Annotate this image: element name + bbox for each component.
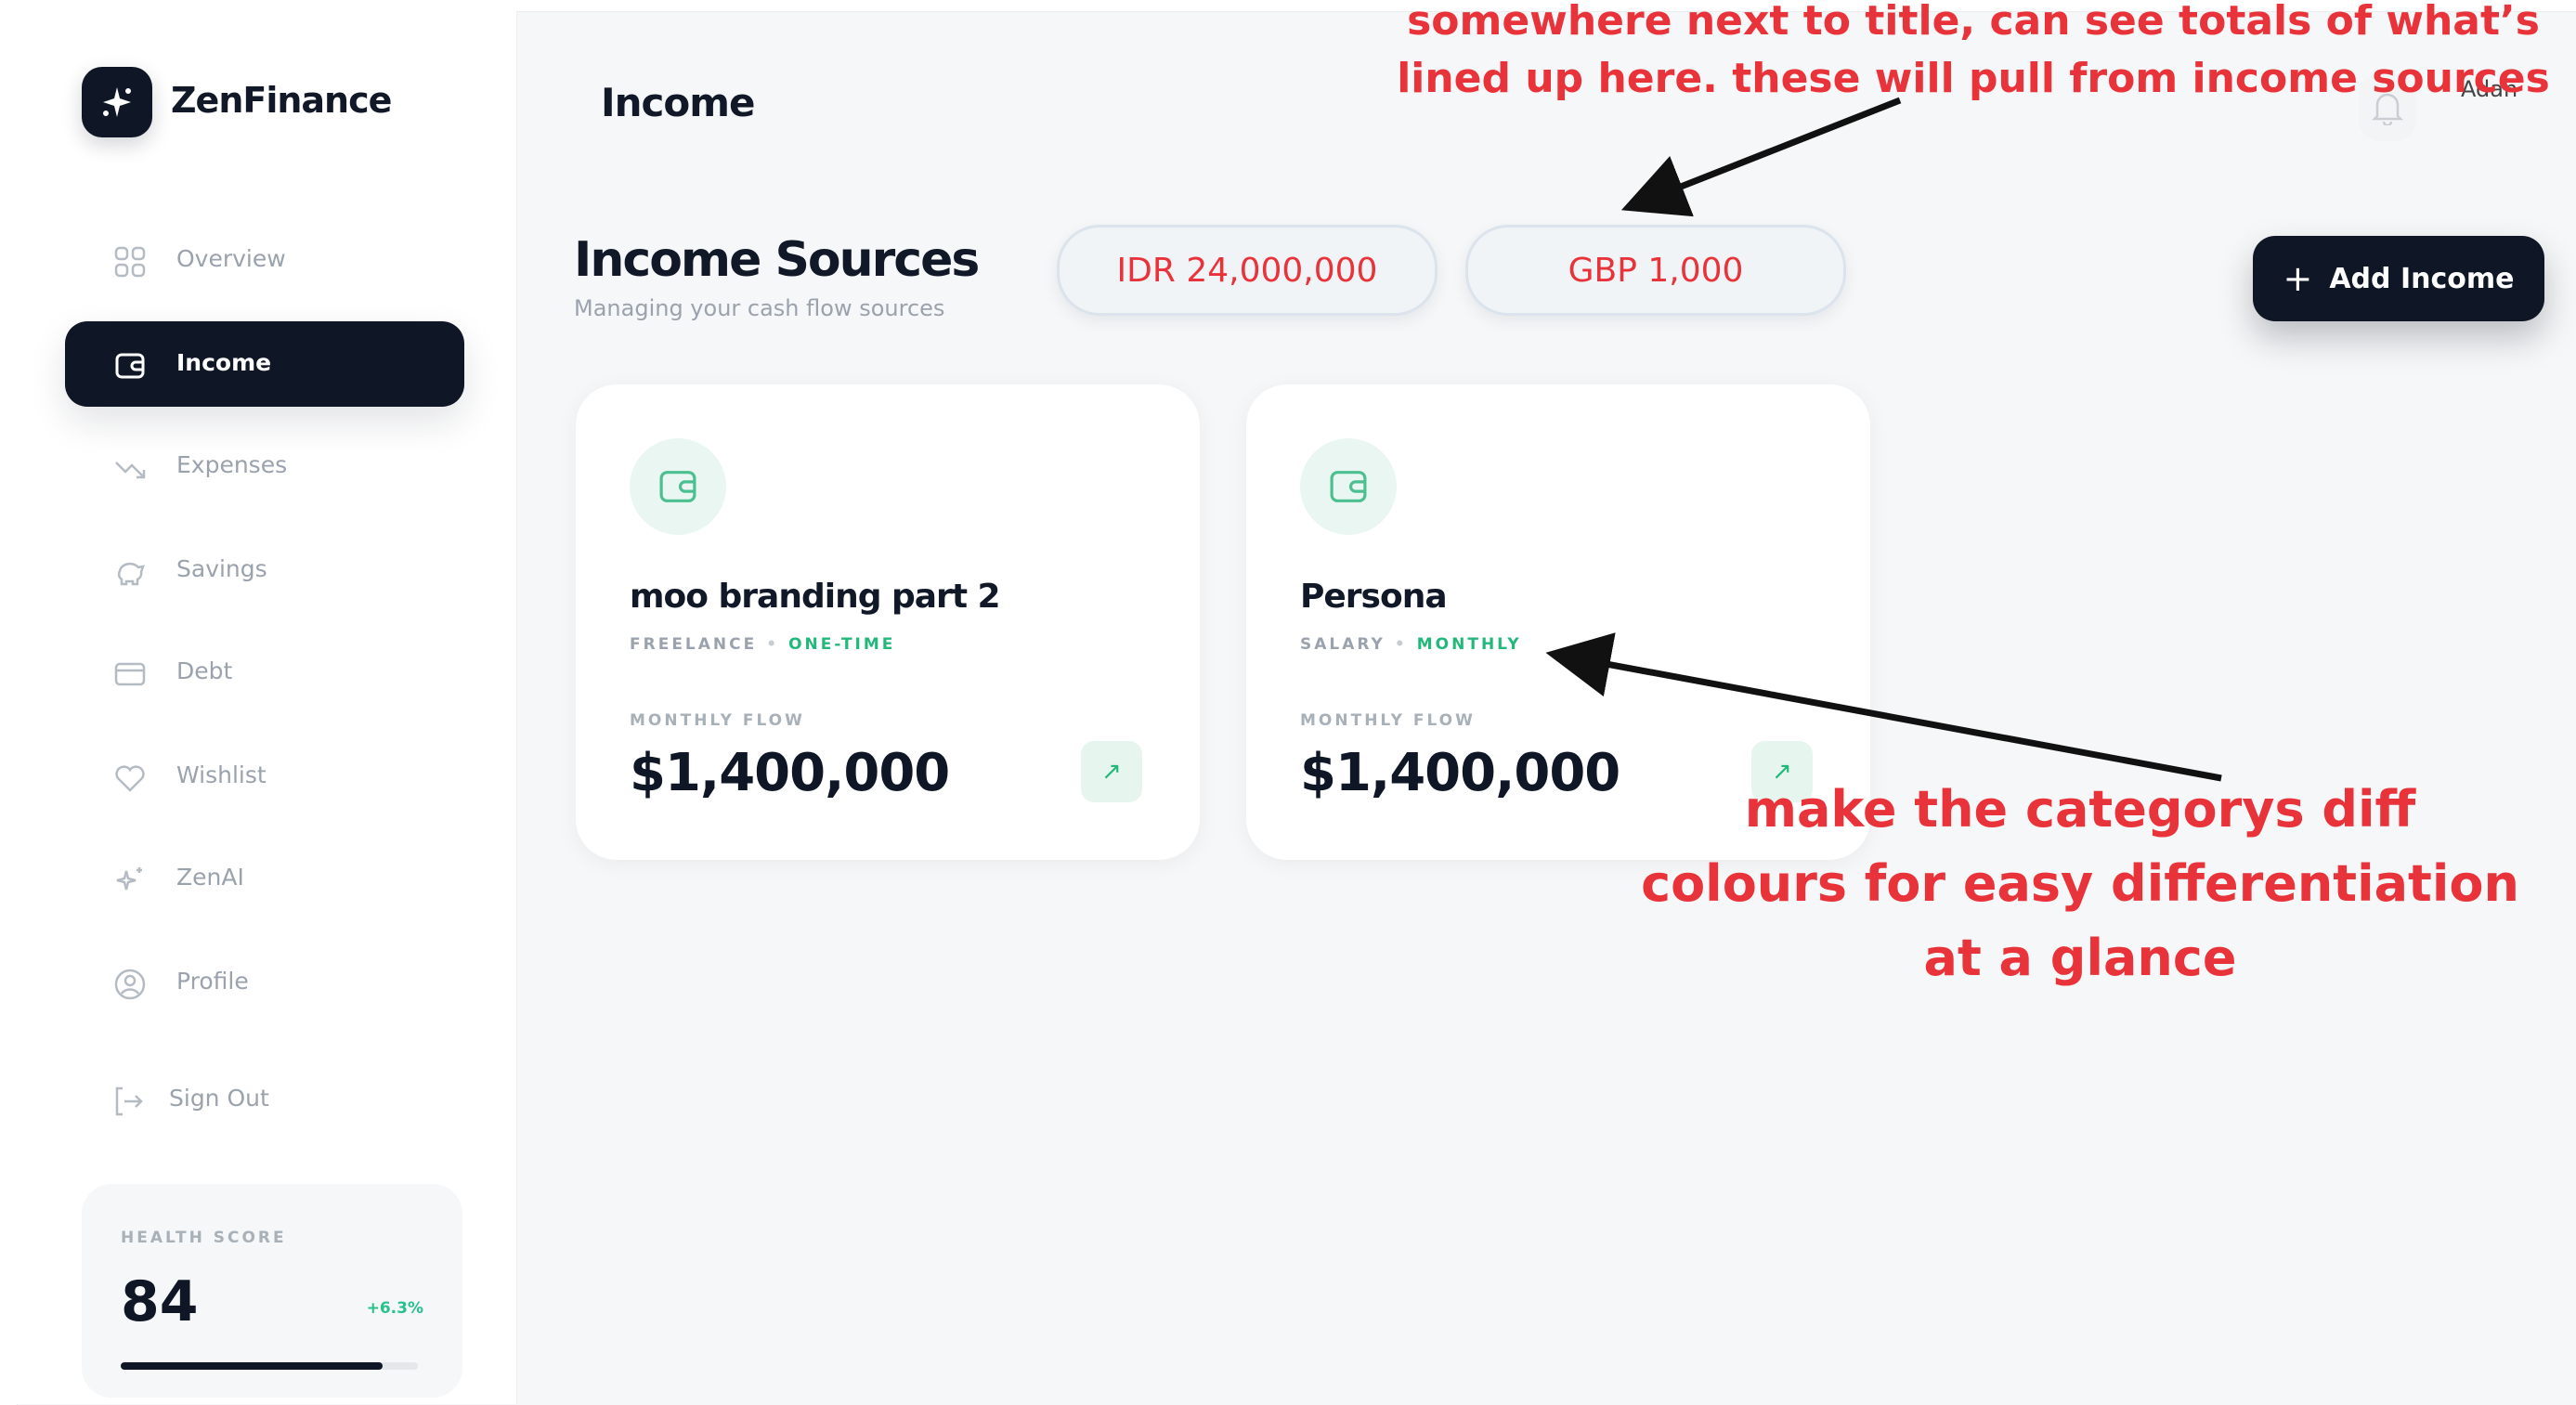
annotation-arrow-totals xyxy=(1620,97,1902,217)
annotation-arrows xyxy=(1545,97,2222,782)
annotation-arrow-categories xyxy=(1545,632,2222,782)
